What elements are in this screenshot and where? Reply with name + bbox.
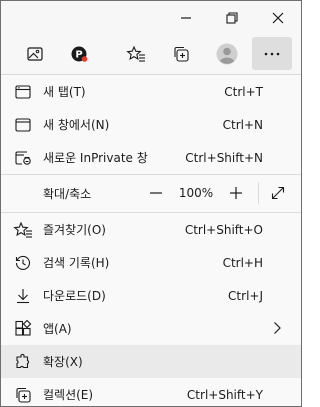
menu-item-label: 다운로드(D) <box>43 289 106 303</box>
inprivate-icon <box>13 148 33 168</box>
menu-item-label: 새 창에서(N) <box>43 118 110 132</box>
zoom-out-button[interactable] <box>138 177 174 209</box>
menu-item-label: 앱(A) <box>43 322 72 336</box>
restore-icon <box>226 11 238 24</box>
collections-icon <box>13 385 33 405</box>
zoom-in-button[interactable] <box>218 177 254 209</box>
minus-icon <box>150 192 162 194</box>
zoom-separator <box>258 182 259 204</box>
chevron-right-icon <box>274 322 281 334</box>
menu-item-label: 검색 기록(H) <box>43 256 110 270</box>
image-button[interactable] <box>16 37 54 70</box>
extension-p-icon: P <box>71 46 88 62</box>
menu-item-label: 새 탭(T) <box>43 85 86 99</box>
title-bar <box>1 1 301 34</box>
favorites-button[interactable] <box>117 37 155 70</box>
new-tab-icon <box>13 82 33 102</box>
browser-window: P 새 탭(T) Ctrl+T 새 창에서(N) Ctrl+N 새로운 InPr… <box>0 0 302 407</box>
menu-item-downloads[interactable]: 다운로드(D) Ctrl+J <box>1 279 301 312</box>
profile-avatar-icon <box>216 43 238 64</box>
browser-toolbar: P <box>1 34 301 74</box>
close-button[interactable] <box>255 1 301 34</box>
svg-text:P: P <box>75 49 82 60</box>
menu-item-shortcut: Ctrl+T <box>224 84 263 99</box>
collections-icon <box>174 46 189 62</box>
menu-item-shortcut: Ctrl+N <box>222 117 263 132</box>
more-button[interactable] <box>252 37 292 70</box>
apps-icon <box>13 319 33 339</box>
download-icon <box>13 286 33 306</box>
more-dots-icon <box>264 52 280 55</box>
minimize-button[interactable] <box>163 1 209 34</box>
minimize-icon <box>181 16 191 19</box>
settings-menu: 새 탭(T) Ctrl+T 새 창에서(N) Ctrl+N 새로운 InPriv… <box>1 74 301 406</box>
profile-button[interactable] <box>208 37 246 70</box>
favorites-star-icon <box>126 45 145 62</box>
menu-item-shortcut: Ctrl+Shift+O <box>184 222 263 237</box>
menu-item-label: 컬렉션(E) <box>43 388 94 402</box>
favorites-icon <box>13 220 33 240</box>
new-window-icon <box>13 115 33 135</box>
menu-item-new-inprivate[interactable]: 새로운 InPrivate 창 Ctrl+Shift+N <box>1 141 301 174</box>
menu-item-shortcut: Ctrl+Shift+N <box>185 150 263 165</box>
menu-item-apps[interactable]: 앱(A) <box>1 312 301 345</box>
plus-icon <box>230 187 242 199</box>
history-icon <box>13 253 33 273</box>
menu-item-new-tab[interactable]: 새 탭(T) Ctrl+T <box>1 75 301 108</box>
zoom-value: 100% <box>178 186 214 200</box>
menu-item-history[interactable]: 검색 기록(H) Ctrl+H <box>1 246 301 279</box>
fullscreen-expand-icon <box>271 186 285 200</box>
menu-item-favorites[interactable]: 즐겨찾기(O) Ctrl+Shift+O <box>1 213 301 246</box>
fullscreen-button[interactable] <box>260 177 296 209</box>
image-icon <box>27 46 43 61</box>
menu-item-shortcut: Ctrl+J <box>228 288 263 303</box>
close-icon <box>272 12 284 23</box>
menu-item-label: 즐겨찾기(O) <box>43 223 106 237</box>
menu-item-shortcut: Ctrl+H <box>222 255 263 270</box>
menu-item-extensions[interactable]: 확장(X) <box>1 345 301 378</box>
zoom-label: 확대/축소 <box>43 186 92 201</box>
menu-item-collections[interactable]: 컬렉션(E) Ctrl+Shift+Y <box>1 378 301 406</box>
extension-button[interactable]: P <box>60 37 98 70</box>
zoom-row: 확대/축소 100% <box>1 174 301 212</box>
menu-item-new-window[interactable]: 새 창에서(N) Ctrl+N <box>1 108 301 141</box>
collections-button[interactable] <box>162 37 200 70</box>
extensions-puzzle-icon <box>13 352 33 372</box>
menu-item-label: 새로운 InPrivate 창 <box>43 151 148 165</box>
menu-item-shortcut: Ctrl+Shift+Y <box>186 387 263 402</box>
restore-button[interactable] <box>209 1 255 34</box>
menu-item-label: 확장(X) <box>43 355 83 369</box>
